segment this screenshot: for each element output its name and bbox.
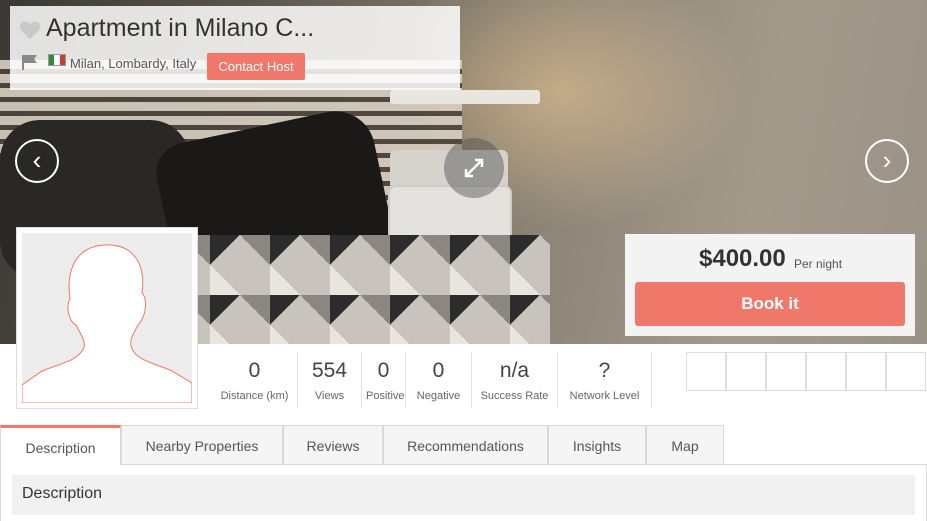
gallery-prev-button[interactable]: ‹ (15, 139, 59, 183)
photo-thumbnails (686, 352, 926, 391)
thumbnail[interactable] (726, 352, 766, 391)
stat-label: Network Level (569, 390, 640, 402)
listing-location: Milan, Lombardy, Italy (70, 56, 197, 71)
photo-shelf (390, 90, 540, 104)
thumbnail[interactable] (846, 352, 886, 391)
tab-map[interactable]: Map (646, 425, 724, 464)
listing-tabs: Description Nearby Properties Reviews Re… (0, 425, 724, 465)
tab-description[interactable]: Description (0, 425, 121, 465)
user-silhouette-icon (22, 244, 192, 403)
thumbnail[interactable] (806, 352, 846, 391)
section-title: Description (22, 485, 103, 502)
expand-button[interactable] (444, 138, 504, 198)
heart-icon[interactable] (19, 20, 41, 40)
gallery-next-button[interactable]: › (865, 139, 909, 183)
thumbnail[interactable] (766, 352, 806, 391)
listing-header: Apartment in Milano C... Milan, Lombardy… (10, 6, 460, 90)
tab-nearby-properties[interactable]: Nearby Properties (121, 425, 283, 464)
booking-panel: $400.00 Per night Book it (625, 234, 915, 336)
tab-insights[interactable]: Insights (548, 425, 646, 464)
price-unit: Per night (794, 257, 843, 271)
book-button[interactable]: Book it (635, 282, 905, 326)
stat-views: 554 Views (298, 352, 362, 408)
stat-value: 0 (377, 359, 390, 382)
stat-network-level: ? Network Level (558, 352, 652, 408)
tab-reviews[interactable]: Reviews (283, 425, 383, 464)
stat-value: 0 (432, 359, 445, 382)
listing-title: Apartment in Milano C... (46, 14, 315, 42)
stat-positive: 0 Positive (362, 352, 406, 408)
flag-icon[interactable] (21, 54, 39, 70)
host-avatar[interactable] (16, 227, 198, 409)
expand-icon (464, 158, 484, 178)
stat-negative: 0 Negative (406, 352, 472, 408)
country-flag-icon (48, 54, 66, 66)
stat-value: 554 (311, 359, 348, 382)
tab-content: Description (0, 465, 927, 521)
avatar-placeholder (22, 233, 192, 403)
photo-blanket (150, 235, 550, 344)
section-header: Description (12, 475, 915, 515)
stat-value: n/a (499, 359, 530, 382)
stat-label: Negative (416, 390, 461, 402)
stat-label: Success Rate (480, 390, 549, 402)
stat-label: Views (314, 390, 345, 402)
contact-host-button[interactable]: Contact Host (207, 53, 305, 80)
stat-label: Distance (km) (220, 390, 289, 402)
thumbnail[interactable] (686, 352, 726, 391)
stat-distance: 0 Distance (km) (212, 352, 298, 408)
stat-value: 0 (248, 359, 261, 382)
thumbnail[interactable] (886, 352, 926, 391)
stat-label: Positive (366, 390, 405, 402)
tab-recommendations[interactable]: Recommendations (383, 425, 548, 464)
price: $400.00 (699, 245, 786, 272)
stat-value: ? (598, 359, 611, 382)
stat-success-rate: n/a Success Rate (472, 352, 558, 408)
listing-stats: 0 Distance (km) 554 Views 0 Positive 0 N… (212, 352, 652, 412)
